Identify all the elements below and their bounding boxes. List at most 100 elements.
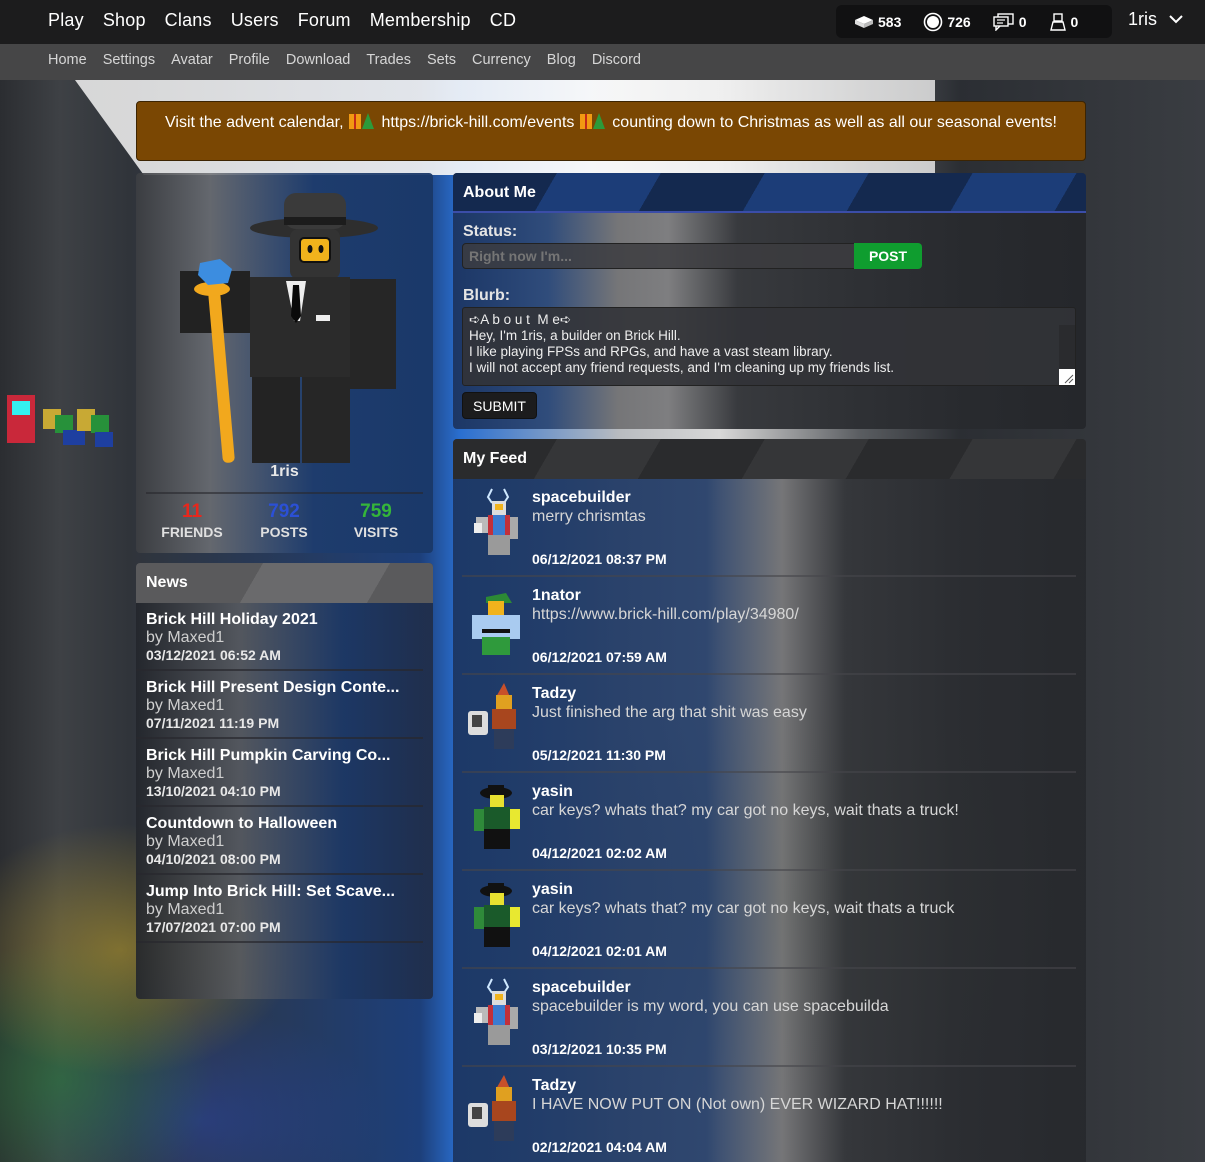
resize-handle-icon[interactable] — [1059, 369, 1075, 385]
feed-username[interactable]: Tadzy — [532, 685, 576, 703]
nav-membership[interactable]: Membership — [370, 10, 471, 31]
subnav-trades[interactable]: Trades — [366, 52, 411, 68]
feed-username[interactable]: spacebuilder — [532, 979, 631, 997]
feed-title: My Feed — [453, 439, 1086, 479]
bricks-stat[interactable]: 583 — [854, 14, 901, 30]
friends-count[interactable]: 11 FRIENDS — [146, 501, 238, 540]
subnav-profile[interactable]: Profile — [229, 52, 270, 68]
feed-item: 1nator https://www.brick-hill.com/play/34… — [462, 577, 1076, 675]
news-item-date: 07/11/2021 11:19 PM — [146, 715, 280, 731]
feed-avatar[interactable] — [466, 781, 524, 851]
news-item[interactable]: Brick Hill Holiday 2021 by Maxed1 03/12/… — [136, 603, 423, 671]
subnav-download[interactable]: Download — [286, 52, 351, 68]
visits-count-label: VISITS — [353, 524, 399, 540]
feed-avatar[interactable] — [466, 977, 524, 1047]
friend-requests-stat[interactable]: 0 — [1049, 12, 1079, 31]
posts-count[interactable]: 792 POSTS — [238, 501, 330, 540]
feed-avatar[interactable] — [466, 879, 524, 949]
feed-message: merry chrismtas — [532, 508, 646, 525]
news-item-author: by Maxed1 — [146, 901, 225, 918]
feed-avatar[interactable] — [466, 1075, 524, 1145]
feed-avatar[interactable] — [466, 683, 524, 753]
news-item-date: 17/07/2021 07:00 PM — [146, 919, 281, 935]
gift-icon — [579, 114, 592, 129]
main-nav: Play Shop Clans Users Forum Membership C… — [48, 10, 535, 31]
feed-message: Just finished the arg that shit was easy — [532, 704, 807, 721]
nav-shop[interactable]: Shop — [103, 10, 146, 31]
feed-item: yasin car keys? whats that? my car got no… — [462, 773, 1076, 871]
bits-count: 726 — [947, 13, 971, 30]
username: 1ris — [1128, 9, 1158, 29]
sub-nav: Home Settings Avatar Profile Download Tr… — [48, 52, 657, 68]
news-item-title[interactable]: Jump Into Brick Hill: Set Scave... — [146, 883, 413, 901]
news-item-author: by Maxed1 — [146, 697, 225, 714]
news-item-date: 04/10/2021 08:00 PM — [146, 851, 281, 867]
christmas-tree-icon — [361, 113, 374, 129]
profile-username: 1ris — [270, 463, 299, 480]
feed-username[interactable]: yasin — [532, 881, 573, 899]
banner-text-start: Visit the advent calendar, — [165, 114, 344, 131]
nav-clans[interactable]: Clans — [165, 10, 212, 31]
feed-username[interactable]: Tadzy — [532, 1077, 576, 1095]
feed-username[interactable]: spacebuilder — [532, 489, 631, 507]
subnav-settings[interactable]: Settings — [103, 52, 155, 68]
feed-username[interactable]: yasin — [532, 783, 573, 801]
nav-users[interactable]: Users — [231, 10, 279, 31]
messages-stat[interactable]: 0 — [993, 12, 1027, 31]
subnav-avatar[interactable]: Avatar — [171, 52, 213, 68]
user-avatar-image[interactable] — [166, 181, 406, 466]
bits-stat[interactable]: 726 — [923, 12, 971, 32]
news-item[interactable]: Jump Into Brick Hill: Set Scave... by Ma… — [136, 875, 423, 943]
blurb-label: Blurb: — [463, 287, 511, 304]
visits-count-value: 759 — [360, 501, 392, 522]
submit-blurb-button[interactable]: SUBMIT — [462, 392, 537, 419]
subnav-sets[interactable]: Sets — [427, 52, 456, 68]
user-menu[interactable]: 1ris — [1128, 9, 1183, 30]
subnav-currency[interactable]: Currency — [472, 52, 531, 68]
feed-item: yasin car keys? whats that? my car got no… — [462, 871, 1076, 969]
profile-counts: 11 FRIENDS 792 POSTS 759 VISITS — [136, 501, 433, 540]
feed-item: Tadzy Just finished the arg that shit was… — [462, 675, 1076, 773]
feed-message: car keys? whats that? my car got no keys… — [532, 802, 959, 819]
feed-message: I HAVE NOW PUT ON (Not own) EVER WIZARD … — [532, 1096, 943, 1113]
feed-date: 04/12/2021 02:02 AM — [532, 845, 667, 861]
subnav-discord[interactable]: Discord — [592, 52, 641, 68]
news-item[interactable]: Brick Hill Pumpkin Carving Co... by Maxe… — [136, 739, 423, 807]
chevron-down-icon — [1169, 15, 1183, 24]
friends-count-label: FRIENDS — [161, 524, 223, 540]
feed-avatar[interactable] — [466, 487, 524, 557]
feed-username[interactable]: 1nator — [532, 587, 581, 605]
feed-message: https://www.brick-hill.com/play/34980/ — [532, 606, 799, 623]
feed-avatar[interactable] — [466, 585, 524, 655]
currency-stats: 583 726 0 0 — [836, 5, 1112, 38]
news-panel: News Brick Hill Holiday 2021 by Maxed1 0… — [136, 563, 433, 999]
messages-count: 0 — [1018, 13, 1027, 30]
news-item-title[interactable]: Countdown to Halloween — [146, 815, 413, 833]
nav-play[interactable]: Play — [48, 10, 84, 31]
messages-icon — [993, 12, 1014, 31]
subnav-blog[interactable]: Blog — [547, 52, 576, 68]
friend-requests-count: 0 — [1070, 13, 1079, 30]
user-icon — [1049, 12, 1066, 31]
nav-cd[interactable]: CD — [490, 10, 516, 31]
news-item-title[interactable]: Brick Hill Holiday 2021 — [146, 611, 413, 629]
news-item-date: 03/12/2021 06:52 AM — [146, 647, 281, 663]
visits-count: 759 VISITS — [330, 501, 422, 540]
sub-navbar: Home Settings Avatar Profile Download Tr… — [0, 44, 1205, 80]
blurb-scrollbar[interactable] — [1059, 325, 1075, 370]
status-input[interactable] — [462, 243, 855, 269]
news-item[interactable]: Brick Hill Present Design Conte... by Ma… — [136, 671, 423, 739]
news-item[interactable]: Countdown to Halloween by Maxed1 04/10/2… — [136, 807, 423, 875]
news-item-author: by Maxed1 — [146, 833, 225, 850]
news-item-title[interactable]: Brick Hill Present Design Conte... — [146, 679, 413, 697]
posts-count-label: POSTS — [260, 524, 308, 540]
news-item-title[interactable]: Brick Hill Pumpkin Carving Co... — [146, 747, 413, 765]
banner-link[interactable]: https://brick-hill.com/events — [381, 114, 574, 131]
blurb-textarea[interactable] — [462, 307, 1076, 386]
feed-date: 02/12/2021 04:04 AM — [532, 1139, 667, 1155]
divider — [146, 492, 423, 494]
nav-forum[interactable]: Forum — [298, 10, 351, 31]
bricks-icon — [855, 15, 873, 28]
subnav-home[interactable]: Home — [48, 52, 87, 68]
post-status-button[interactable]: POST — [854, 243, 922, 269]
